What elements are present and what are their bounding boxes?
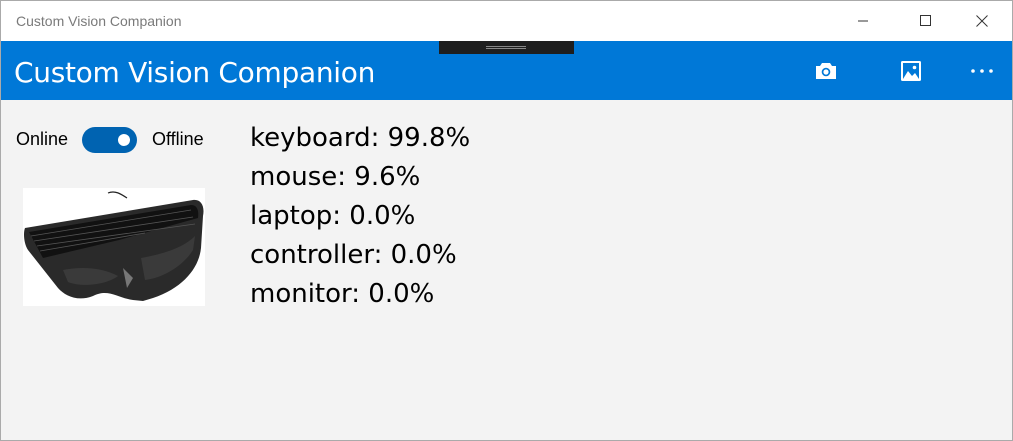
keyboard-image xyxy=(24,191,204,301)
close-icon xyxy=(976,15,988,27)
window-title: Custom Vision Companion xyxy=(16,13,182,29)
more-button[interactable] xyxy=(964,53,1000,89)
toggle-knob xyxy=(118,134,130,146)
preview-image xyxy=(23,188,205,306)
gallery-button[interactable] xyxy=(893,53,929,89)
results-list: keyboard: 99.8% mouse: 9.6% laptop: 0.0%… xyxy=(250,119,470,314)
result-monitor: monitor: 0.0% xyxy=(250,279,435,309)
result-keyboard: keyboard: 99.8% xyxy=(250,123,471,153)
result-controller: controller: 0.0% xyxy=(250,240,457,270)
minimize-icon xyxy=(858,20,868,22)
drag-handle[interactable] xyxy=(439,41,574,54)
camera-icon xyxy=(816,63,836,79)
offline-label: Offline xyxy=(152,129,204,149)
close-button[interactable] xyxy=(959,1,1005,41)
maximize-button[interactable] xyxy=(903,1,949,41)
app-title: Custom Vision Companion xyxy=(14,56,376,89)
title-bar[interactable]: Custom Vision Companion xyxy=(1,1,1012,41)
grip-icon xyxy=(486,46,526,49)
more-icon xyxy=(971,69,993,73)
result-laptop: laptop: 0.0% xyxy=(250,201,416,231)
camera-button[interactable] xyxy=(808,53,844,89)
minimize-button[interactable] xyxy=(840,1,886,41)
result-mouse: mouse: 9.6% xyxy=(250,162,421,192)
gallery-icon xyxy=(901,61,921,81)
online-label: Online xyxy=(16,129,69,149)
app-window: Custom Vision Companion Custom Vision Co… xyxy=(0,0,1013,441)
maximize-icon xyxy=(920,15,931,26)
app-bar: Custom Vision Companion xyxy=(1,41,1012,100)
mode-toggle-switch[interactable] xyxy=(82,127,137,153)
